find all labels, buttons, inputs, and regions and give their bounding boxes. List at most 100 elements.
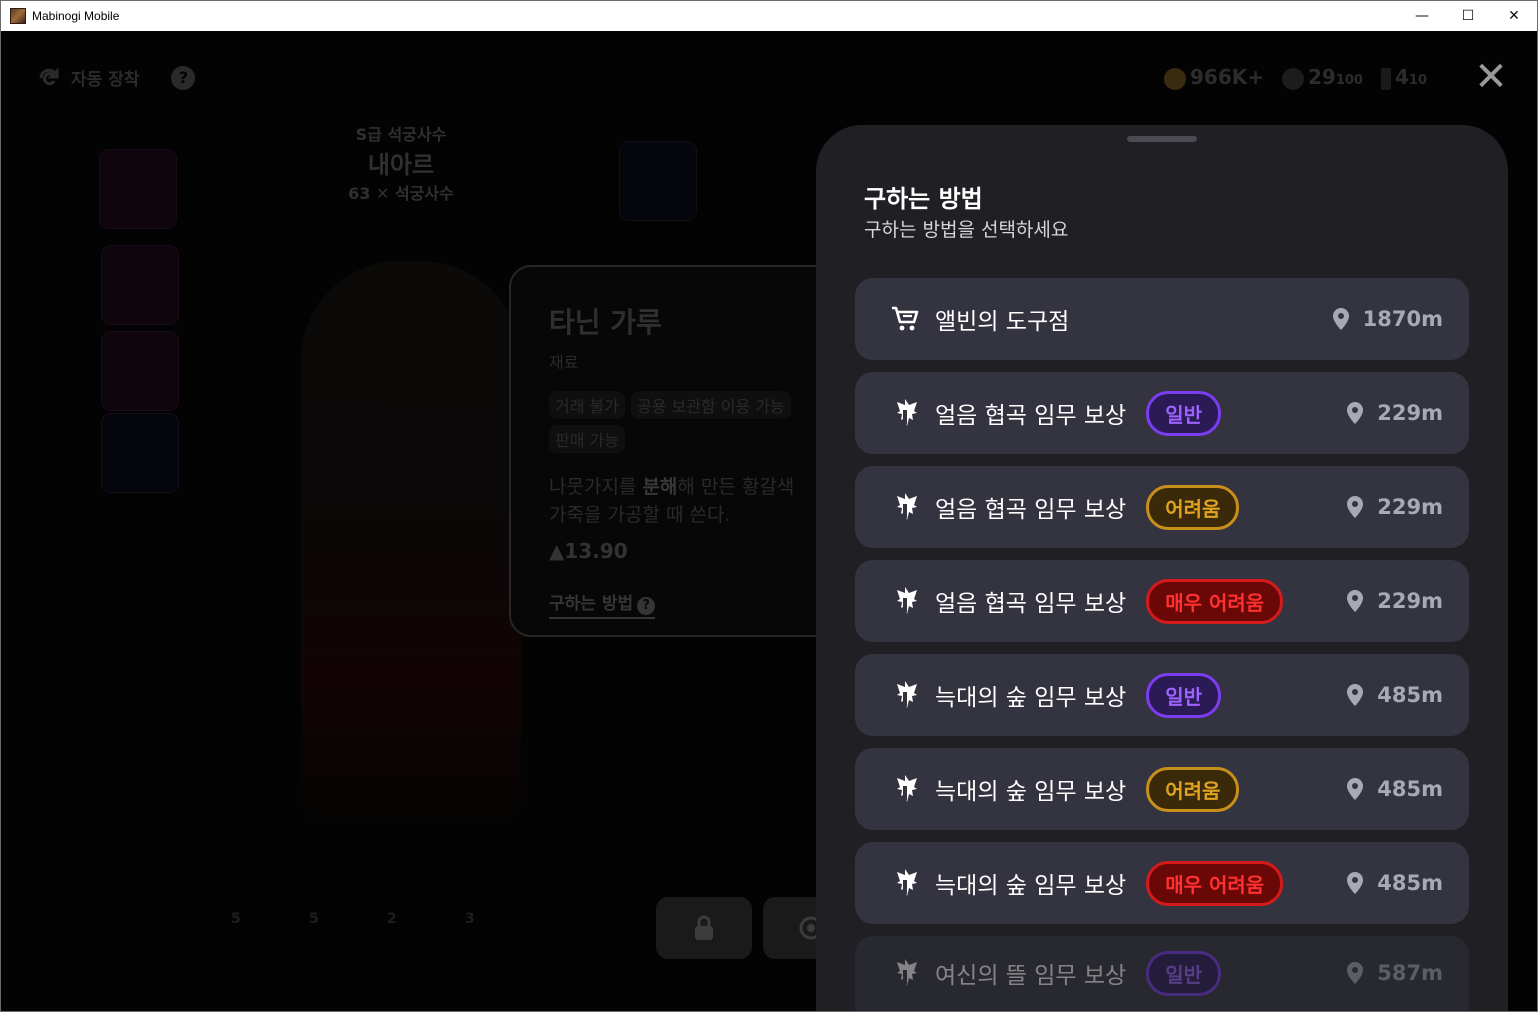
location-pin-icon (1347, 590, 1364, 612)
character-info: S급 석궁사수 내아르 63 ✕ 석궁사수 (331, 121, 471, 204)
source-label: 여신의 뜰 임무 보상 (935, 963, 1127, 989)
distance-display: 1870m (1332, 278, 1443, 360)
stamina-display: 410 (1380, 65, 1427, 90)
difficulty-badge: 매우 어려움 (1146, 860, 1284, 906)
lock-button[interactable] (656, 897, 752, 959)
quest-crest-icon (887, 958, 923, 988)
gold-coin-icon (1163, 67, 1186, 90)
window-controls: — ☐ ✕ (1399, 1, 1537, 31)
location-pin-icon (1332, 308, 1349, 330)
auto-equip-area: 자동 장착 ? (37, 65, 196, 90)
item-type: 재료 (549, 353, 579, 372)
difficulty-badge: 일반 (1146, 950, 1222, 996)
difficulty-badge: 어려움 (1146, 766, 1240, 812)
item-description: 나뭇가지를 분해해 만든 황갈색 가죽을 가공할 때 쓴다. (549, 476, 795, 526)
location-pin-icon (1347, 872, 1364, 894)
equipment-slot[interactable] (99, 149, 177, 229)
location-pin-icon (1347, 684, 1364, 706)
source-label: 늑대의 숲 임무 보상 (935, 779, 1127, 805)
equipment-slot[interactable] (619, 141, 697, 221)
quest-crest-icon (887, 586, 923, 616)
minimize-button[interactable]: — (1399, 1, 1445, 31)
equipment-slot[interactable] (101, 331, 179, 411)
how-to-obtain-panel: 구하는 방법 구하는 방법을 선택하세요 앨빈의 도구점 1870m 얼음 협곡… (816, 125, 1508, 1011)
app-logo-icon (10, 8, 26, 24)
lock-icon (695, 915, 713, 940)
material-slot[interactable]: 2 (387, 911, 443, 961)
item-tag: 판매 가능 (549, 425, 625, 453)
source-label: 얼음 협곡 임무 보상 (935, 403, 1127, 429)
material-slot[interactable]: 5 (231, 911, 287, 961)
material-slot[interactable]: 5 (309, 911, 365, 961)
source-row-quest[interactable]: 늑대의 숲 임무 보상 어려움 485m (855, 748, 1469, 830)
gold-display: 966K+ (1163, 65, 1264, 90)
source-label: 늑대의 숲 임무 보상 (935, 685, 1127, 711)
source-row-quest[interactable]: 얼음 협곡 임무 보상 매우 어려움 229m (855, 560, 1469, 642)
distance-display: 485m (1347, 748, 1443, 830)
item-name: 타닌 가루 (549, 306, 662, 339)
equipment-slot[interactable] (101, 245, 179, 325)
source-row-quest[interactable]: 늑대의 숲 임무 보상 일반 485m (855, 654, 1469, 736)
quest-crest-icon (887, 774, 923, 804)
panel-title: 구하는 방법 (864, 185, 983, 213)
shop-cart-icon (887, 305, 923, 333)
quest-crest-icon (887, 680, 923, 710)
gem-display: 29100 (1282, 65, 1363, 90)
distance-display: 587m (1347, 936, 1443, 1010)
close-button[interactable]: ✕ (1471, 57, 1511, 97)
source-label: 얼음 협곡 임무 보상 (935, 591, 1127, 617)
location-pin-icon (1347, 962, 1364, 984)
character-name: 내아르 (367, 151, 435, 179)
game-viewport: 자동 장착 ? 966K+ 29100 410 ✕ S급 석궁사수 내아르 63… (1, 31, 1537, 1011)
distance-display: 229m (1347, 372, 1443, 454)
item-weight: ▲13.90 (549, 539, 628, 563)
distance-display: 485m (1347, 842, 1443, 924)
refresh-icon[interactable] (37, 66, 61, 90)
quest-crest-icon (887, 398, 923, 428)
source-label: 앨빈의 도구점 (935, 309, 1070, 335)
quest-crest-icon (887, 868, 923, 898)
app-window: Mabinogi Mobile — ☐ ✕ 자동 장착 ? 966K+ 2910… (0, 0, 1538, 1012)
material-slot[interactable]: 3 (465, 911, 521, 961)
stamina-icon (1380, 67, 1391, 90)
difficulty-badge: 어려움 (1146, 484, 1240, 530)
character-grade: S급 석궁사수 (355, 125, 447, 144)
maximize-button[interactable]: ☐ (1445, 1, 1491, 31)
source-label: 늑대의 숲 임무 보상 (935, 873, 1127, 899)
source-row-quest[interactable]: 여신의 뜰 임무 보상 일반 587m (855, 936, 1469, 1010)
character-model (301, 261, 521, 821)
auto-equip-button[interactable]: 자동 장착 (71, 65, 139, 90)
source-label: 얼음 협곡 임무 보상 (935, 497, 1127, 523)
panel-subtitle: 구하는 방법을 선택하세요 (864, 219, 1069, 241)
item-tag: 거래 불가 (549, 391, 625, 419)
gem-icon (1282, 67, 1304, 90)
panel-drag-handle[interactable] (1127, 136, 1197, 142)
title-bar: Mabinogi Mobile — ☐ ✕ (1, 1, 1537, 31)
source-row-quest[interactable]: 얼음 협곡 임무 보상 일반 229m (855, 372, 1469, 454)
source-row-quest[interactable]: 얼음 협곡 임무 보상 어려움 229m (855, 466, 1469, 548)
currency-bar: 966K+ 29100 410 (1163, 65, 1427, 90)
character-level-row: 63 ✕ 석궁사수 (348, 184, 454, 203)
item-tags: 거래 불가 공용 보관함 이용 가능 판매 가능 (549, 391, 809, 453)
difficulty-badge: 매우 어려움 (1146, 578, 1284, 624)
window-title: Mabinogi Mobile (32, 9, 120, 23)
location-pin-icon (1347, 402, 1364, 424)
quest-crest-icon (887, 492, 923, 522)
distance-display: 485m (1347, 654, 1443, 736)
difficulty-badge: 일반 (1146, 390, 1222, 436)
window-close-button[interactable]: ✕ (1491, 1, 1537, 31)
location-pin-icon (1347, 778, 1364, 800)
item-detail-card: 타닌 가루 재료 거래 불가 공용 보관함 이용 가능 판매 가능 나뭇가지를 … (509, 265, 849, 637)
help-icon[interactable]: ? (171, 65, 196, 90)
how-to-obtain-link[interactable]: 구하는 방법? (549, 589, 656, 619)
item-tag: 공용 보관함 이용 가능 (630, 391, 791, 419)
bottom-material-slots: 5 5 2 3 (231, 911, 521, 961)
source-list: 앨빈의 도구점 1870m 얼음 협곡 임무 보상 일반 229m 얼음 협곡 … (855, 278, 1469, 1011)
weight-icon: ▲ (549, 539, 565, 563)
location-pin-icon (1347, 496, 1364, 518)
equipment-slot[interactable] (101, 413, 179, 493)
source-row-shop[interactable]: 앨빈의 도구점 1870m (855, 278, 1469, 360)
distance-display: 229m (1347, 466, 1443, 548)
distance-display: 229m (1347, 560, 1443, 642)
source-row-quest[interactable]: 늑대의 숲 임무 보상 매우 어려움 485m (855, 842, 1469, 924)
